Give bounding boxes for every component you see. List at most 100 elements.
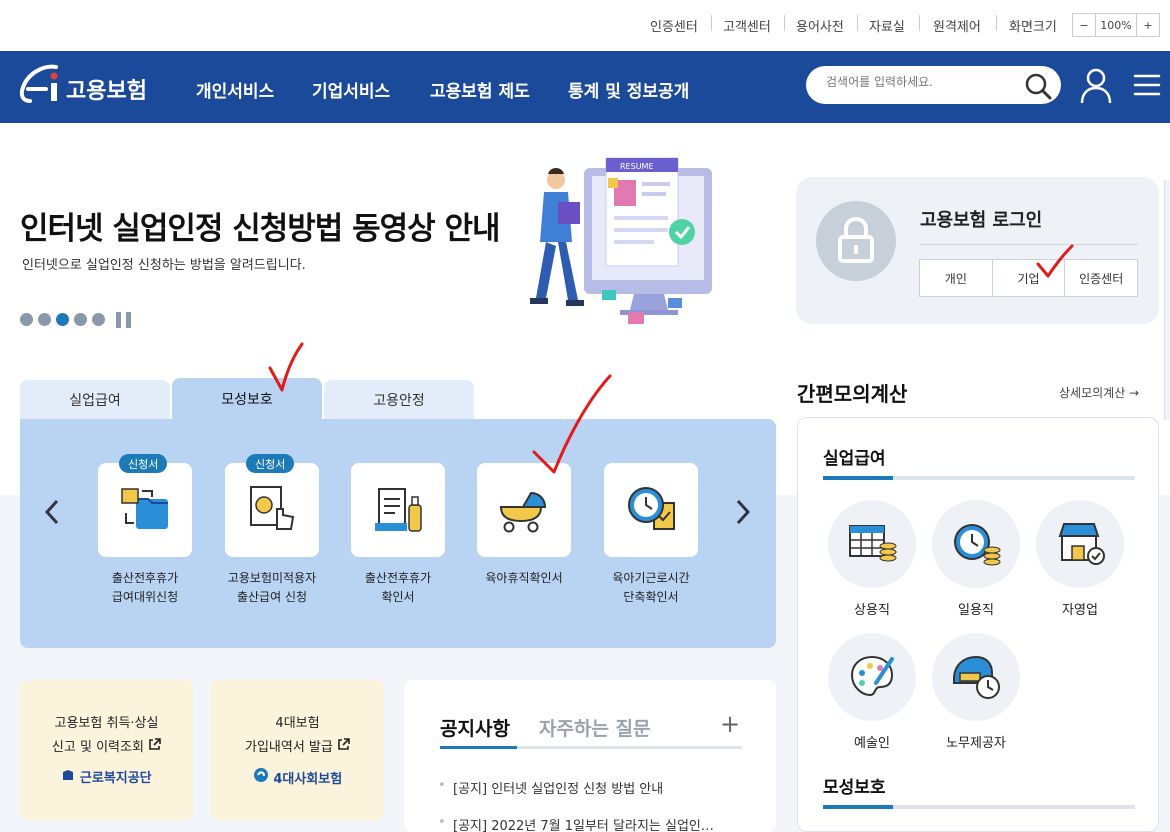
- quick-box-enrollment-cert[interactable]: 4대보험 가입내역서 발급 4대사회보험: [211, 680, 384, 820]
- divider: [920, 244, 1138, 245]
- hero-title[interactable]: 인터넷 실업인정 신청방법 동영상 안내: [20, 203, 500, 248]
- calc-item-self-employed[interactable]: [1036, 500, 1124, 588]
- service-tile-1[interactable]: [98, 463, 192, 557]
- resume-label: RESUME: [620, 162, 654, 171]
- search-input[interactable]: [826, 75, 1016, 89]
- service-tile-2[interactable]: [225, 463, 319, 557]
- logo-icon[interactable]: [18, 63, 64, 107]
- service-label-2[interactable]: 고용보험미적용자 출산급여 신청: [207, 569, 337, 607]
- side-panel-edge: [1164, 180, 1170, 420]
- annotation-checkmark: [532, 374, 612, 474]
- annotation-checkmark: [268, 342, 304, 392]
- utility-bar: 인증센터 고객센터 용어사전 자료실 원격제어 화면크기 − 100% +: [0, 0, 1170, 51]
- login-personal-button[interactable]: 개인: [920, 260, 993, 296]
- user-icon[interactable]: [1079, 67, 1113, 105]
- tab-employment-stability[interactable]: 고용안정: [324, 380, 474, 420]
- logo-text[interactable]: 고용보험: [66, 73, 147, 105]
- divider: [919, 15, 920, 31]
- notice-tab[interactable]: 공지사항: [440, 714, 510, 741]
- nav-business-service[interactable]: 기업서비스: [312, 77, 390, 102]
- zoom-control: − 100% +: [1072, 13, 1160, 37]
- util-link-remote[interactable]: 원격제어: [933, 16, 981, 35]
- clock-document-icon: [628, 487, 675, 530]
- login-title: 고용보험 로그인: [920, 210, 1043, 231]
- util-link-library[interactable]: 자료실: [869, 16, 905, 35]
- badge-application: 신청서: [119, 454, 168, 473]
- util-link-screen-size: 화면크기: [1009, 20, 1057, 35]
- section-bar: [823, 476, 1135, 480]
- notice-item[interactable]: [공지] 인터넷 실업인정 신청 방법 안내: [453, 778, 663, 797]
- annotation-checkmark: [1036, 244, 1074, 278]
- util-link-customer[interactable]: 고객센터: [723, 16, 771, 35]
- stroller-icon: [499, 491, 547, 533]
- service-label-4[interactable]: 육아휴직확인서: [459, 569, 589, 588]
- tab-unemployment-benefit[interactable]: 실업급여: [20, 380, 170, 420]
- carousel-next-icon[interactable]: [733, 498, 753, 526]
- calc-label[interactable]: 일용직: [932, 599, 1020, 618]
- document-bottle-icon: [375, 488, 422, 532]
- clock-coins-icon: [954, 524, 1001, 566]
- slide-dot-3[interactable]: [56, 313, 69, 326]
- carousel-prev-icon[interactable]: [42, 498, 62, 526]
- service-label-5[interactable]: 육아기근로시간 단축확인서: [586, 569, 716, 607]
- nav-statistics[interactable]: 통계 및 정보공개: [568, 77, 689, 102]
- slide-dot-2[interactable]: [38, 313, 51, 326]
- quick-box-text: 신고 및 이력조회: [20, 736, 193, 760]
- slide-dot-4[interactable]: [74, 313, 87, 326]
- zoom-in-button[interactable]: +: [1137, 14, 1159, 36]
- bullet: •: [438, 778, 446, 793]
- service-tile-3[interactable]: [351, 463, 445, 557]
- zoom-out-button[interactable]: −: [1073, 14, 1095, 36]
- 4insure-logo-icon: [253, 768, 268, 782]
- calc-card: 실업급여 상용직 일용직 자영업 예술인 노무제공자 모성보호: [797, 417, 1159, 832]
- calc-item-daily[interactable]: [932, 500, 1020, 588]
- pause-icon[interactable]: [114, 312, 134, 328]
- notice-item[interactable]: [공지] 2022년 7월 1일부터 달라지는 실업인…: [453, 815, 714, 832]
- menu-icon[interactable]: [1133, 73, 1161, 97]
- nav-personal-service[interactable]: 개인서비스: [196, 77, 274, 102]
- nav-insurance-system[interactable]: 고용보험 제도: [430, 77, 530, 102]
- zoom-value: 100%: [1095, 14, 1137, 36]
- calc-label[interactable]: 상용직: [828, 599, 916, 618]
- service-label-3[interactable]: 출산전후휴가 확인서: [333, 569, 463, 607]
- badge-application: 신청서: [246, 454, 295, 473]
- comwel-logo-icon: [63, 770, 74, 780]
- slide-dot-1[interactable]: [20, 313, 33, 326]
- divider: [711, 15, 712, 31]
- notice-panel: 공지사항 자주하는 질문 + • [공지] 인터넷 실업인정 신청 방법 안내 …: [404, 680, 776, 832]
- service-label-1[interactable]: 출산전후휴가 급여대위신청: [80, 569, 210, 607]
- main-header: 고용보험 개인서비스 기업서비스 고용보험 제도 통계 및 정보공개: [0, 51, 1170, 123]
- document-hand-icon: [250, 486, 295, 530]
- divider: [996, 15, 997, 31]
- palette-icon: [850, 655, 894, 697]
- slide-dot-5[interactable]: [92, 313, 105, 326]
- notice-tab-bar: [440, 746, 742, 749]
- quick-box-insurance-report[interactable]: 고용보험 취득·상실 신고 및 이력조회 근로복지공단: [20, 680, 193, 820]
- search-icon[interactable]: [1024, 72, 1052, 100]
- more-button[interactable]: +: [720, 710, 740, 738]
- divider: [857, 15, 858, 31]
- org-logo-4insure: 4대사회보험: [211, 767, 384, 792]
- org-logo-comwel: 근로복지공단: [20, 767, 193, 791]
- divider: [784, 15, 785, 31]
- calc-title: 간편모의계산: [797, 382, 908, 406]
- service-tile-5[interactable]: [604, 463, 698, 557]
- detailed-calc-link[interactable]: 상세모의계산 →: [1059, 384, 1139, 401]
- faq-tab[interactable]: 자주하는 질문: [539, 714, 651, 741]
- calc-item-regular[interactable]: [828, 500, 916, 588]
- calc-item-artist[interactable]: [828, 633, 916, 721]
- calc-section-maternity: 모성보호: [823, 778, 886, 798]
- store-icon: [1058, 523, 1105, 565]
- lock-icon: [838, 217, 874, 263]
- login-buttons: 개인 기업 인증센터: [919, 259, 1138, 297]
- calc-label[interactable]: 노무제공자: [932, 732, 1020, 751]
- util-link-glossary[interactable]: 용어사전: [796, 16, 844, 35]
- hero-illustration: RESUME: [530, 157, 712, 324]
- calc-label[interactable]: 예술인: [828, 732, 916, 751]
- calc-item-labor-provider[interactable]: [932, 633, 1020, 721]
- login-cert-center-button[interactable]: 인증센터: [1065, 260, 1137, 296]
- quick-box-text: 가입내역서 발급: [211, 736, 384, 760]
- util-link-cert[interactable]: 인증센터: [650, 16, 698, 35]
- helmet-clock-icon: [953, 655, 1000, 699]
- calc-label[interactable]: 자영업: [1036, 599, 1124, 618]
